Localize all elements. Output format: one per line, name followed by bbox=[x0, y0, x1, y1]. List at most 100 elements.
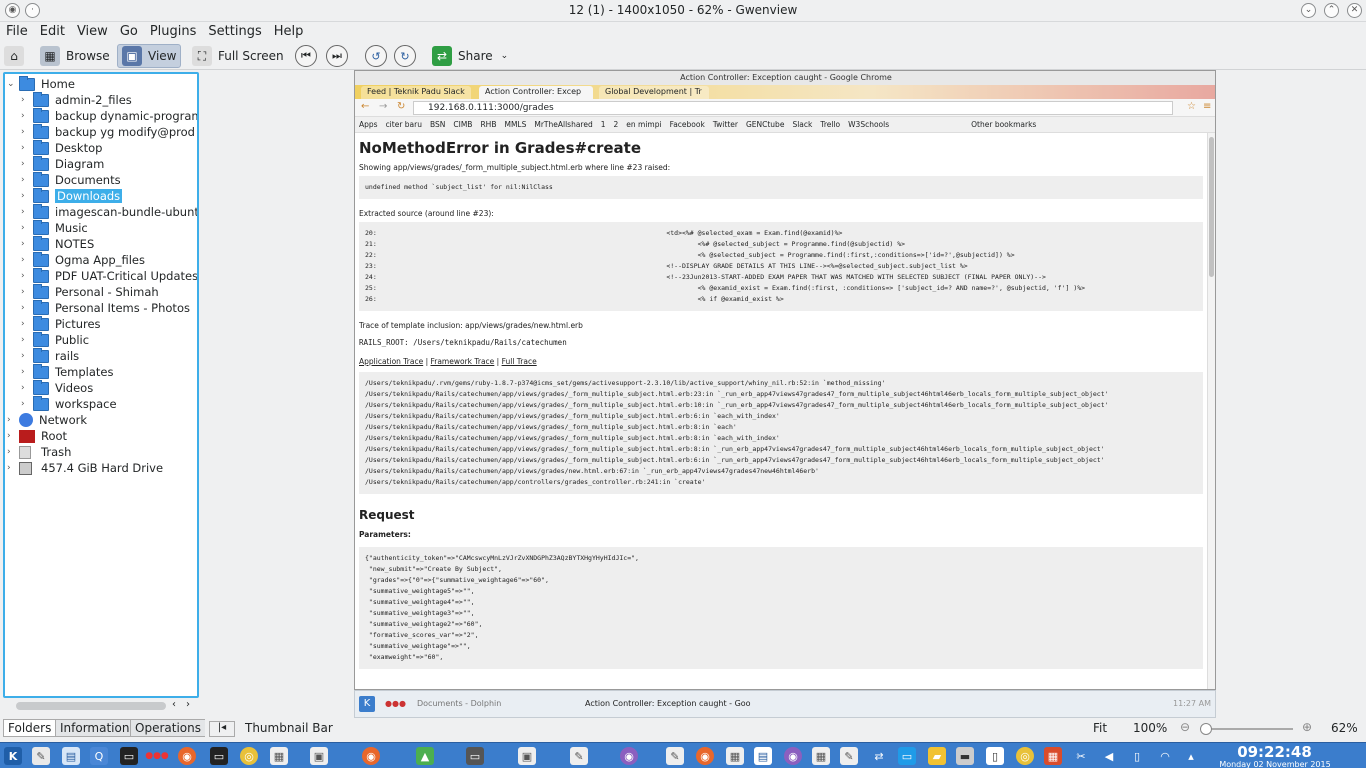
menu-go[interactable]: Go bbox=[114, 22, 144, 41]
terminal-icon[interactable]: ▭ bbox=[120, 747, 138, 765]
app-icon[interactable]: ▦ bbox=[1044, 747, 1062, 765]
tree-item-trash[interactable]: › Trash bbox=[7, 444, 71, 460]
notes-icon[interactable]: ✎ bbox=[570, 747, 588, 765]
chevron-right-icon[interactable]: › bbox=[7, 447, 19, 457]
chevron-right-icon[interactable]: › bbox=[7, 415, 19, 425]
tree-item[interactable]: › Templates bbox=[21, 363, 113, 380]
volume-icon[interactable]: ◀ bbox=[1100, 747, 1118, 765]
tree-item-root[interactable]: › Root bbox=[7, 428, 67, 444]
thumbnail-bar-button[interactable]: Thumbnail Bar bbox=[245, 721, 333, 735]
tray-expand-icon[interactable]: ▴ bbox=[1182, 747, 1200, 765]
editor3-icon[interactable]: ✎ bbox=[840, 747, 858, 765]
tree-item[interactable]: › Pictures bbox=[21, 315, 101, 332]
tab-folders[interactable]: Folders bbox=[3, 719, 57, 737]
chevron-right-icon[interactable]: › bbox=[7, 431, 19, 441]
tree-item[interactable]: › Ogma App_files bbox=[21, 251, 145, 268]
clock[interactable]: 09:22:48 bbox=[1212, 743, 1337, 761]
chevron-right-icon[interactable]: › bbox=[21, 95, 33, 105]
menu-edit[interactable]: Edit bbox=[34, 22, 71, 41]
chevron-right-icon[interactable]: › bbox=[21, 111, 33, 121]
chrome-icon[interactable]: ◎ bbox=[240, 747, 258, 765]
menu-help[interactable]: Help bbox=[268, 22, 310, 41]
tree-item[interactable]: › Documents bbox=[21, 171, 121, 188]
chevron-right-icon[interactable]: › bbox=[21, 143, 33, 153]
view-button[interactable]: ▣ View bbox=[117, 44, 182, 68]
scroll-right-icon[interactable]: › bbox=[186, 699, 190, 710]
tree-item[interactable]: › backup dynamic-programm bbox=[21, 107, 197, 124]
tree-item-home[interactable]: ⌄ Home bbox=[7, 75, 75, 92]
tab-information[interactable]: Information bbox=[55, 719, 135, 737]
archive-icon[interactable]: ▣ bbox=[310, 747, 328, 765]
chevron-right-icon[interactable]: › bbox=[21, 191, 33, 201]
tree-item[interactable]: › backup yg modify@prod bbox=[21, 123, 195, 140]
zoom-slider[interactable] bbox=[1200, 723, 1293, 735]
network-icon[interactable]: ⇄ bbox=[870, 747, 888, 765]
tree-item[interactable]: › Downloads bbox=[21, 187, 123, 204]
chevron-right-icon[interactable]: › bbox=[21, 319, 33, 329]
previous-button[interactable]: ⏮ bbox=[295, 45, 317, 67]
document-icon[interactable]: ▤ bbox=[754, 747, 772, 765]
terminal2-icon[interactable]: ▭ bbox=[210, 747, 228, 765]
toggle-sidebar-icon[interactable]: |◂ bbox=[209, 721, 235, 737]
zoom-in-icon[interactable]: ⊕ bbox=[1302, 720, 1312, 734]
screen-icon[interactable]: ▭ bbox=[898, 747, 916, 765]
chevron-right-icon[interactable]: › bbox=[21, 367, 33, 377]
tree-item[interactable]: › Videos bbox=[21, 379, 93, 396]
menu-settings[interactable]: Settings bbox=[202, 22, 267, 41]
chevron-right-icon[interactable]: › bbox=[21, 303, 33, 313]
tree-item[interactable]: › Desktop bbox=[21, 139, 102, 156]
fullscreen-button[interactable]: ⛶ Full Screen bbox=[192, 44, 284, 68]
tree-item[interactable]: › Diagram bbox=[21, 155, 104, 172]
fit-button[interactable]: Fit bbox=[1093, 721, 1107, 735]
kde-launcher-icon[interactable]: K bbox=[4, 747, 22, 765]
tree-item[interactable]: › Music bbox=[21, 219, 88, 236]
gwenview-icon[interactable]: ◉ bbox=[620, 747, 638, 765]
zoom-slider-handle[interactable] bbox=[1200, 723, 1212, 735]
chevron-right-icon[interactable]: › bbox=[21, 271, 33, 281]
drive-app-icon[interactable]: ▲ bbox=[416, 747, 434, 765]
chevron-right-icon[interactable]: › bbox=[7, 463, 19, 473]
scroll-left-icon[interactable]: ‹ bbox=[172, 699, 176, 710]
chevron-right-icon[interactable]: › bbox=[21, 383, 33, 393]
wifi-icon[interactable]: ◠ bbox=[1156, 747, 1174, 765]
tree-item[interactable]: › imagescan-bundle-ubuntu bbox=[21, 203, 197, 220]
menu-file[interactable]: File bbox=[0, 22, 34, 41]
next-button[interactable]: ⏭ bbox=[326, 45, 348, 67]
tree-item[interactable]: › Public bbox=[21, 331, 89, 348]
dots-icon[interactable]: ●●● bbox=[145, 747, 169, 765]
rotate-right-button[interactable]: ↻ bbox=[394, 45, 416, 67]
editor2-icon[interactable]: ✎ bbox=[666, 747, 684, 765]
chevron-right-icon[interactable]: › bbox=[21, 351, 33, 361]
minimize-icon[interactable]: ⌄ bbox=[1301, 3, 1316, 18]
chevron-right-icon[interactable]: › bbox=[21, 127, 33, 137]
chevron-right-icon[interactable]: › bbox=[21, 335, 33, 345]
monitor-icon[interactable]: ▭ bbox=[466, 747, 484, 765]
browse-button[interactable]: ▦ Browse bbox=[40, 44, 110, 68]
home-button[interactable]: ⌂ bbox=[4, 44, 30, 68]
tab-operations[interactable]: Operations bbox=[130, 719, 206, 737]
close-icon[interactable]: ✕ bbox=[1347, 3, 1362, 18]
archive2-icon[interactable]: ▣ bbox=[518, 747, 536, 765]
chevron-right-icon[interactable]: › bbox=[21, 399, 33, 409]
gwenview2-icon[interactable]: ◉ bbox=[784, 747, 802, 765]
tree-item[interactable]: › Personal Items - Photos bbox=[21, 299, 190, 316]
firefox2-icon[interactable]: ◉ bbox=[362, 747, 380, 765]
files2-icon[interactable]: ▦ bbox=[726, 747, 744, 765]
calendar-icon[interactable]: ▤ bbox=[62, 747, 80, 765]
chevron-right-icon[interactable]: › bbox=[21, 159, 33, 169]
menu-view[interactable]: View bbox=[71, 22, 114, 41]
editor-icon[interactable]: ✎ bbox=[32, 747, 50, 765]
chevron-right-icon[interactable]: › bbox=[21, 255, 33, 265]
chevron-right-icon[interactable]: › bbox=[21, 175, 33, 185]
zoom-out-icon[interactable]: ⊖ bbox=[1180, 720, 1190, 734]
chevron-right-icon[interactable]: › bbox=[21, 239, 33, 249]
firefox-icon[interactable]: ◉ bbox=[178, 747, 196, 765]
tree-item[interactable]: › NOTES bbox=[21, 235, 94, 252]
files-icon[interactable]: ▦ bbox=[270, 747, 288, 765]
zoom-100-button[interactable]: 100% bbox=[1133, 721, 1167, 735]
chevron-right-icon[interactable]: › bbox=[21, 223, 33, 233]
keyboard-icon[interactable]: ▬ bbox=[956, 747, 974, 765]
rotate-left-button[interactable]: ↺ bbox=[365, 45, 387, 67]
chevron-right-icon[interactable]: › bbox=[21, 287, 33, 297]
battery-icon[interactable]: ▯ bbox=[1128, 747, 1146, 765]
